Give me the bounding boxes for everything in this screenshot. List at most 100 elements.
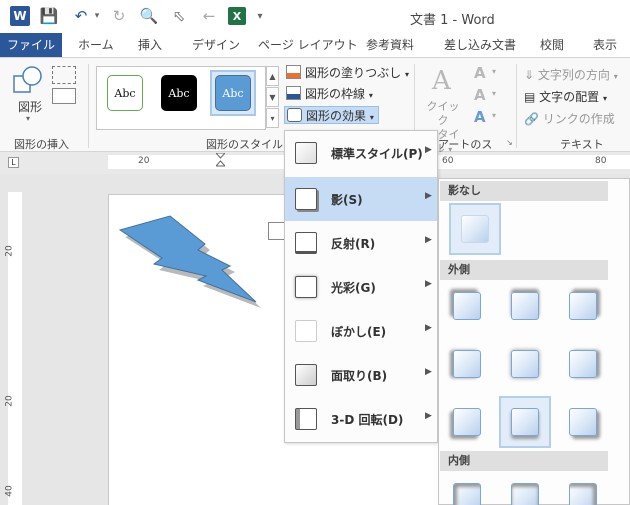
shadow-submenu: 影なし 外側 内側 bbox=[438, 178, 630, 505]
shape-style-2[interactable]: Abc bbox=[161, 75, 197, 111]
tab-review[interactable]: 校閲 bbox=[540, 33, 564, 57]
shape-outline-button[interactable]: 図形の枠線 ▾ bbox=[286, 85, 373, 103]
chevron-right-icon: ▶ bbox=[425, 279, 432, 289]
menu-item-label: 影(S) bbox=[331, 193, 363, 207]
dialog-launcher-icon[interactable]: ↘ bbox=[506, 138, 513, 147]
chevron-down-icon[interactable]: ▾ bbox=[492, 89, 496, 98]
create-link-button[interactable]: 🔗 リンクの作成 bbox=[524, 110, 615, 127]
menu-item-glow[interactable]: 光彩(G) ▶ bbox=[285, 265, 437, 309]
shadow-inner-swatch[interactable] bbox=[569, 483, 597, 505]
tab-file[interactable]: ファイル bbox=[0, 33, 62, 57]
pointer-icon[interactable]: ⬁ bbox=[170, 6, 188, 26]
ribbon-tabs: ファイル ホーム 挿入 デザイン ページ レイアウト 参考資料 差し込み文書 校… bbox=[0, 33, 630, 57]
shadow-inner-swatch[interactable] bbox=[511, 483, 539, 505]
shape-fill-button[interactable]: 図形の塗りつぶし ▾ bbox=[286, 64, 409, 82]
document-title: 文書 1 - Word bbox=[410, 13, 495, 28]
shape-effects-menu: 標準スタイル(P) ▶ 影(S) ▶ 反射(R) ▶ 光彩(G) ▶ ぼかし(E… bbox=[284, 130, 438, 443]
shape-effects-label: 図形の効果 bbox=[306, 109, 367, 123]
chevron-right-icon: ▶ bbox=[425, 411, 432, 421]
menu-item-bevel[interactable]: 面取り(B) ▶ bbox=[285, 353, 437, 397]
shadow-inner-swatch[interactable] bbox=[453, 483, 481, 505]
shadow-outer-swatch[interactable] bbox=[453, 350, 481, 378]
menu-item-3d-rotation[interactable]: 3-D 回転(D) ▶ bbox=[285, 397, 437, 441]
shape-style-3[interactable]: Abc bbox=[215, 75, 251, 111]
shape-effects-button[interactable]: 図形の効果 ▾ bbox=[284, 106, 379, 124]
text-direction-button[interactable]: ⇓ 文字列の方向 ▾ bbox=[524, 66, 618, 83]
paint-bucket-icon bbox=[286, 65, 301, 79]
text-direction-label: 文字列の方向 bbox=[537, 68, 610, 82]
quick-style-line1: クイック bbox=[426, 100, 460, 127]
pencil-icon bbox=[286, 86, 301, 100]
shadow-outer-swatch[interactable] bbox=[453, 292, 481, 320]
shadow-outer-swatch[interactable] bbox=[569, 350, 597, 378]
word-app-icon[interactable]: W bbox=[10, 6, 30, 26]
tab-insert[interactable]: 挿入 bbox=[138, 33, 162, 57]
menu-item-label: ぼかし(E) bbox=[331, 325, 387, 339]
group-divider bbox=[88, 64, 89, 148]
menu-item-shadow[interactable]: 影(S) ▶ bbox=[285, 177, 437, 221]
chevron-down-icon[interactable]: ▾ bbox=[492, 111, 496, 120]
menu-item-label: 光彩(G) bbox=[331, 281, 376, 295]
undo-icon[interactable]: ↶ bbox=[72, 6, 90, 26]
text-align-button[interactable]: ▤ 文字の配置 ▾ bbox=[524, 88, 607, 105]
redo-icon[interactable]: ↻ bbox=[110, 6, 128, 26]
chevron-down-icon[interactable]: ▾ bbox=[492, 67, 496, 76]
ruler-number: 20 bbox=[4, 395, 15, 407]
tab-references[interactable]: 参考資料 bbox=[366, 33, 414, 57]
ruler-number: 80 bbox=[595, 156, 607, 166]
lightning-bolt-shape[interactable] bbox=[112, 208, 262, 308]
gallery-more-icon[interactable]: ▾ bbox=[266, 108, 279, 128]
group-divider bbox=[516, 64, 517, 148]
gallery-scroll-down-icon[interactable]: ▼ bbox=[266, 87, 279, 107]
menu-item-soft-edges[interactable]: ぼかし(E) ▶ bbox=[285, 309, 437, 353]
customize-qat-icon[interactable]: ▾ bbox=[254, 6, 266, 26]
print-preview-icon[interactable]: 🔍 bbox=[140, 6, 159, 26]
bevel-icon bbox=[295, 364, 317, 386]
shadow-outer-swatch[interactable] bbox=[569, 292, 597, 320]
menu-item-reflection[interactable]: 反射(R) ▶ bbox=[285, 221, 437, 265]
title-bar: W 💾 ↶ ▾ ↻ 🔍 ⬁ ← X ▾ 文書 1 - Word bbox=[0, 0, 630, 33]
gallery-scroll-up-icon[interactable]: ▲ bbox=[266, 66, 279, 86]
tab-home[interactable]: ホーム bbox=[78, 33, 114, 57]
menu-item-label: 面取り(B) bbox=[331, 369, 388, 383]
shapes-button-label[interactable]: 図形 bbox=[18, 98, 42, 115]
shape-outline-label: 図形の枠線 bbox=[305, 87, 366, 101]
back-icon[interactable]: ← bbox=[200, 6, 218, 26]
group-label-text: テキスト bbox=[560, 138, 604, 151]
tab-selector[interactable]: L bbox=[8, 157, 19, 168]
menu-item-label: 反射(R) bbox=[331, 237, 376, 251]
indent-marker-icon[interactable] bbox=[216, 153, 225, 168]
shadow-outer-swatch[interactable] bbox=[511, 350, 539, 378]
section-header-outer: 外側 bbox=[440, 260, 608, 280]
undo-dropdown-icon[interactable]: ▾ bbox=[92, 6, 102, 26]
excel-icon[interactable]: X bbox=[228, 7, 246, 25]
group-label-wordart: アートのス bbox=[438, 138, 493, 151]
shape-fill-label: 図形の塗りつぶし bbox=[305, 66, 402, 80]
tab-page-layout[interactable]: ページ レイアウト bbox=[258, 33, 358, 57]
edit-shape-icon[interactable] bbox=[52, 66, 76, 84]
wordart-quick-style-icon[interactable]: A bbox=[432, 66, 462, 102]
chevron-down-icon: ▾ bbox=[369, 113, 374, 122]
tab-view[interactable]: 表示 bbox=[593, 33, 617, 57]
text-outline-icon[interactable]: A bbox=[474, 86, 486, 104]
vertical-ruler[interactable] bbox=[8, 192, 22, 505]
tab-design[interactable]: デザイン bbox=[192, 33, 240, 57]
shape-style-1[interactable]: Abc bbox=[107, 75, 143, 111]
text-box-icon[interactable] bbox=[52, 88, 76, 104]
text-fill-icon[interactable]: A bbox=[474, 64, 486, 82]
chevron-down-icon[interactable]: ▾ bbox=[26, 114, 30, 123]
tab-mailings[interactable]: 差し込み文書 bbox=[444, 33, 516, 57]
chevron-down-icon: ▾ bbox=[368, 91, 373, 100]
menu-item-preset[interactable]: 標準スタイル(P) ▶ bbox=[285, 131, 437, 175]
shadow-outer-swatch[interactable] bbox=[569, 408, 597, 436]
shapes-icon[interactable] bbox=[12, 64, 46, 96]
soft-edges-icon bbox=[295, 320, 317, 342]
section-header-inner: 内側 bbox=[440, 451, 608, 471]
save-icon[interactable]: 💾 bbox=[40, 6, 59, 26]
shadow-none-swatch[interactable] bbox=[461, 215, 489, 243]
preset-icon bbox=[295, 142, 317, 164]
shadow-outer-swatch[interactable] bbox=[511, 292, 539, 320]
shadow-outer-swatch[interactable] bbox=[511, 408, 539, 436]
text-effects-icon[interactable]: A bbox=[474, 108, 486, 126]
shadow-outer-swatch[interactable] bbox=[453, 408, 481, 436]
